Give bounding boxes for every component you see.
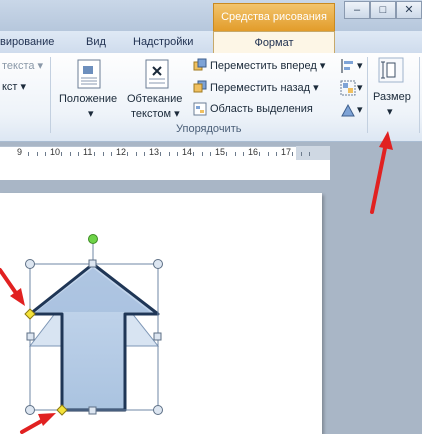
rotation-handle[interactable] — [88, 234, 98, 244]
resize-handle[interactable] — [88, 406, 97, 415]
resize-handle[interactable] — [153, 332, 162, 341]
arrow-head-highlight — [36, 268, 150, 312]
resize-handle[interactable] — [153, 405, 163, 415]
resize-handle[interactable] — [26, 332, 35, 341]
resize-handle[interactable] — [25, 259, 35, 269]
red-arrow-annotation — [370, 131, 393, 214]
resize-handle[interactable] — [88, 259, 97, 268]
red-arrow-annotation — [0, 268, 25, 306]
red-arrow-annotation — [20, 413, 56, 434]
resize-handle[interactable] — [153, 259, 163, 269]
resize-handle[interactable] — [25, 405, 35, 415]
drawing-overlay — [0, 131, 393, 434]
